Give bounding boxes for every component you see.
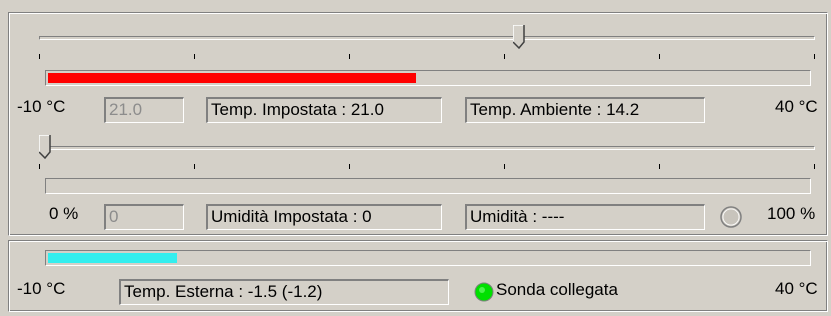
- humidity-tick: [349, 164, 350, 169]
- temperature-ambient-display: Temp. Ambiente : 14.2: [465, 97, 705, 123]
- temperature-min-label: -10 °C: [17, 97, 66, 116]
- humidity-slider-track: [39, 146, 815, 150]
- humidity-input[interactable]: 0: [104, 204, 184, 230]
- humidity-tick: [194, 164, 195, 169]
- humidity-tick: [504, 164, 505, 169]
- probe-status-led-icon: [474, 282, 494, 302]
- temperature-progress-bar: [45, 70, 811, 86]
- temperature-tick: [504, 54, 505, 59]
- external-min-label: -10 °C: [17, 279, 66, 298]
- temperature-set-display: Temp. Impostata : 21.0: [206, 97, 442, 123]
- temperature-tick: [194, 54, 195, 59]
- external-temperature-progress-fill: [48, 253, 178, 263]
- external-panel: -10 °C Temp. Esterna : -1.5 (-1.2) Sonda…: [8, 240, 828, 312]
- humidity-max-label: 100 %: [767, 204, 816, 223]
- climate-panel: -10 °C 21.0 Temp. Impostata : 21.0 Temp.…: [8, 12, 828, 236]
- temperature-slider[interactable]: [39, 24, 815, 59]
- humidity-tick: [39, 164, 40, 169]
- temperature-tick: [39, 54, 40, 59]
- temperature-progress-fill: [48, 73, 416, 83]
- humidity-current-display: Umidità : ----: [465, 204, 705, 230]
- humidity-progress-bar: [45, 178, 811, 194]
- humidity-tick: [814, 164, 815, 169]
- humidity-tick: [659, 164, 660, 169]
- temperature-slider-thumb[interactable]: [511, 24, 525, 50]
- humidity-status-indicator-icon: [720, 206, 742, 228]
- temperature-input[interactable]: 21.0: [104, 97, 184, 123]
- temperature-tick: [659, 54, 660, 59]
- temperature-tick: [349, 54, 350, 59]
- temperature-max-label: 40 °C: [775, 97, 818, 116]
- humidity-set-display: Umidità Impostata : 0: [206, 204, 442, 230]
- humidity-slider[interactable]: [38, 134, 815, 169]
- external-temperature-progress-bar: [45, 250, 811, 266]
- external-temperature-display: Temp. Esterna : -1.5 (-1.2): [119, 279, 449, 305]
- probe-status-label: Sonda collegata: [496, 280, 618, 299]
- temperature-tick: [814, 54, 815, 59]
- temperature-slider-track: [39, 36, 815, 40]
- external-max-label: 40 °C: [775, 279, 818, 298]
- humidity-slider-thumb[interactable]: [38, 134, 51, 160]
- humidity-min-label: 0 %: [49, 204, 79, 223]
